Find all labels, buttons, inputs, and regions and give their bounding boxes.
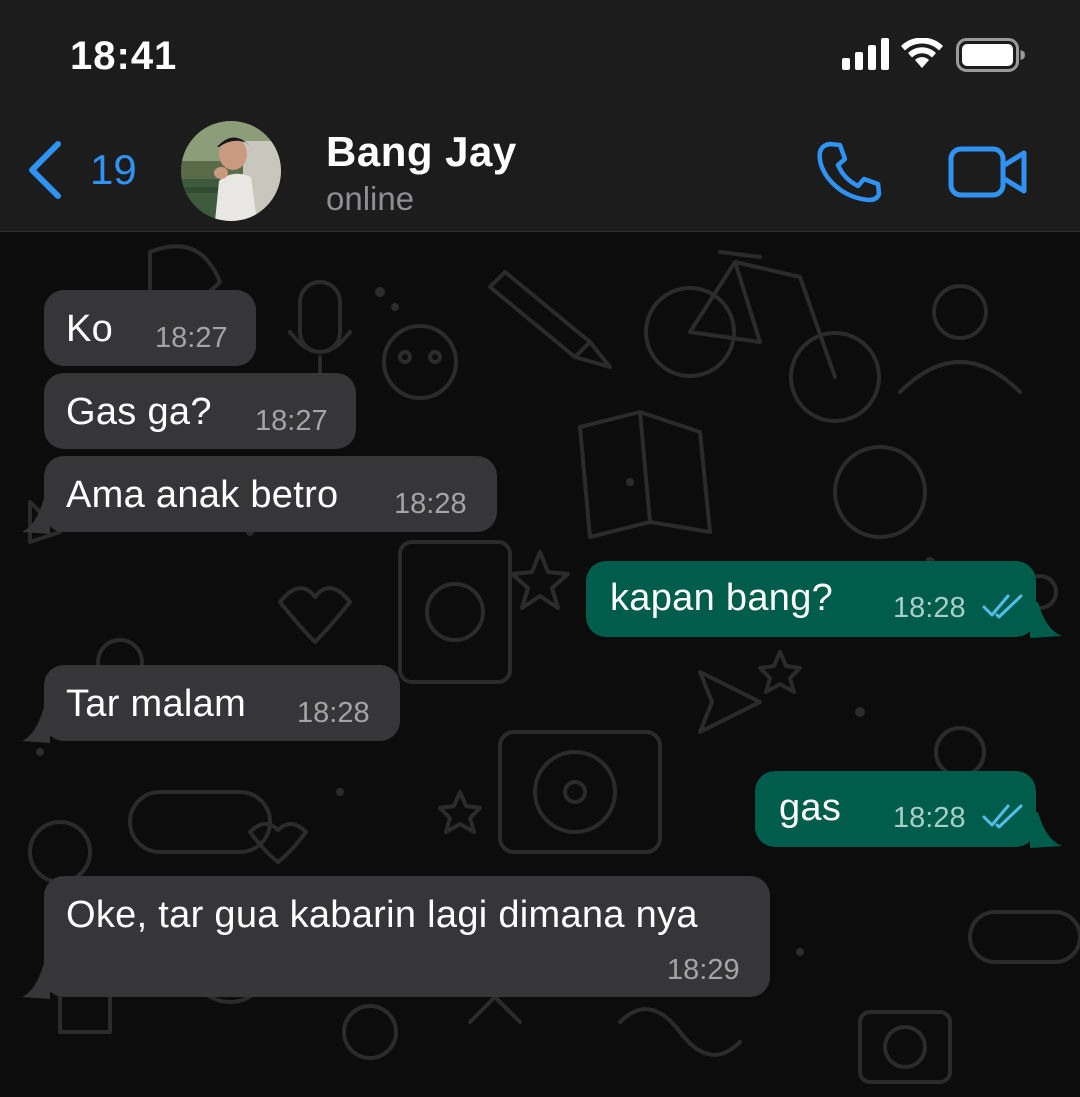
message-bubble-incoming[interactable]: Oke, tar gua kabarin lagi dimana nya 18:… [44,876,770,997]
cellular-signal-icon [842,38,889,70]
message-time: 18:27 [255,405,328,437]
battery-icon [956,38,1025,72]
status-icons [842,38,1032,78]
message-text: kapan bang? [610,577,834,619]
avatar-photo [181,121,281,221]
message-time: 18:29 [667,954,740,986]
message-list[interactable]: Ko 18:27 Gas ga? 18:27 Ama anak betro 18… [0,232,1080,1097]
status-time: 18:41 [70,34,178,78]
message-bubble-incoming[interactable]: Ama anak betro 18:28 [44,456,497,532]
bubble-tail [1030,812,1062,848]
chat-screen: 18:41 19 Bang Jay online Ko 18:27 Gas ga… [0,0,1080,1097]
message-text: Tar malam [66,683,247,725]
message-text: Ko [66,308,114,350]
message-bubble-outgoing[interactable]: gas 18:28 [755,771,1036,847]
back-chevron-icon [29,141,61,199]
contact-status: online [326,180,415,217]
message-bubble-incoming[interactable]: Ko 18:27 [44,290,256,366]
bubble-tail [22,707,50,743]
message-time: 18:28 [893,592,966,624]
bubble-tail [1030,602,1062,638]
video-call-button[interactable] [948,144,1028,200]
message-text: Gas ga? [66,391,212,433]
avatar[interactable] [181,121,281,221]
read-receipt-icon [982,804,1023,829]
message-text: Ama anak betro [66,474,339,516]
message-time: 18:27 [155,322,228,354]
phone-call-icon [817,141,882,203]
message-time: 18:28 [394,488,467,520]
wifi-icon [901,38,943,68]
contact-name[interactable]: Bang Jay [326,128,517,176]
message-bubble-outgoing[interactable]: kapan bang? 18:28 [586,561,1036,637]
message-time: 18:28 [297,697,370,729]
message-bubble-incoming[interactable]: Gas ga? 18:27 [44,373,356,449]
top-bar: 18:41 19 Bang Jay online [0,0,1080,232]
message-text: Oke, tar gua kabarin lagi dimana nya [66,894,698,936]
unread-count: 19 [90,146,137,193]
bubble-tail [22,498,50,534]
message-time: 18:28 [893,802,966,834]
video-call-icon [948,146,1027,198]
call-button[interactable] [814,140,884,204]
read-receipt-icon [982,594,1023,619]
back-button[interactable]: 19 [24,132,154,212]
message-bubble-incoming[interactable]: Tar malam 18:28 [44,665,400,741]
bubble-tail [22,963,50,999]
message-text: gas [779,787,842,829]
